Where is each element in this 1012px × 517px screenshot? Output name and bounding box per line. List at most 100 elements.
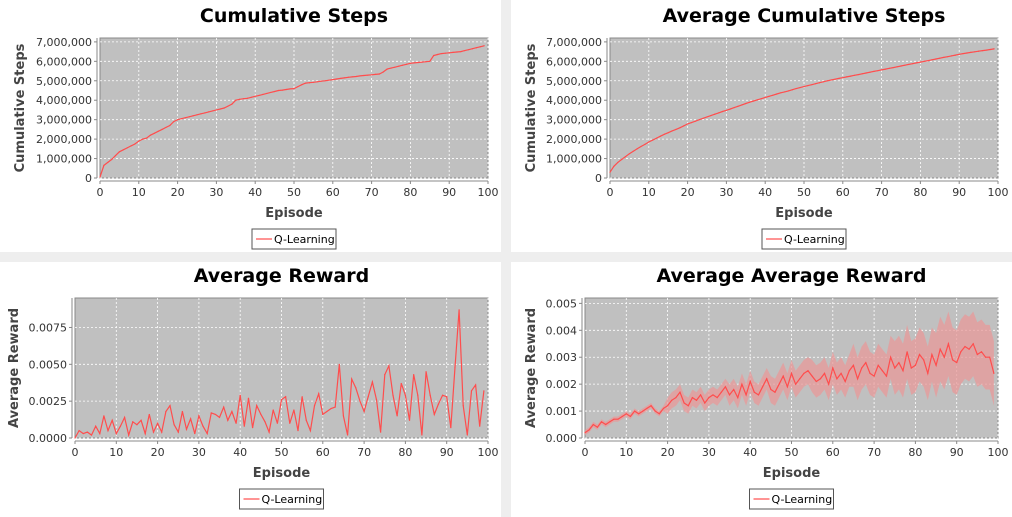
data-point — [772, 94, 774, 96]
data-point — [712, 394, 714, 396]
data-point — [140, 419, 142, 421]
y-tick-label: 1,000,000 — [546, 153, 602, 166]
data-point — [970, 51, 972, 53]
data-point — [918, 353, 921, 356]
data-point — [881, 69, 883, 71]
data-point — [904, 64, 906, 66]
data-point — [609, 171, 611, 173]
data-point — [625, 413, 627, 415]
data-point — [842, 77, 844, 79]
data-point — [272, 409, 274, 411]
data-point — [334, 406, 336, 408]
x-tick-label: 0 — [72, 446, 79, 459]
data-point — [479, 46, 481, 48]
data-point — [398, 65, 400, 67]
data-point — [898, 362, 900, 364]
data-point — [126, 147, 128, 149]
data-point — [318, 393, 320, 395]
data-point — [380, 431, 382, 433]
x-tick-label: 80 — [403, 186, 417, 199]
data-point — [663, 133, 665, 135]
data-point — [939, 57, 941, 59]
data-point — [617, 418, 619, 420]
data-point — [316, 81, 318, 83]
data-point — [184, 117, 186, 119]
x-tick-label: 20 — [151, 446, 165, 459]
data-point — [444, 52, 446, 54]
data-point — [103, 415, 105, 417]
x-tick-label: 100 — [988, 186, 1009, 199]
data-point — [394, 66, 396, 68]
data-point — [169, 404, 171, 407]
data-point — [429, 60, 431, 62]
data-point — [787, 90, 790, 92]
data-point — [654, 410, 656, 412]
x-tick-label: 30 — [192, 446, 206, 459]
data-point — [650, 405, 652, 407]
data-point — [338, 363, 340, 365]
x-tick-label: 70 — [875, 186, 889, 199]
data-point — [981, 50, 984, 52]
data-point — [675, 128, 677, 130]
data-point — [347, 76, 349, 78]
data-point — [584, 432, 586, 434]
x-tick-label: 50 — [287, 186, 301, 199]
y-tick-label: 4,000,000 — [36, 94, 92, 107]
x-tick-label: 40 — [248, 186, 262, 199]
data-point — [148, 413, 150, 416]
data-point — [885, 375, 888, 377]
data-point — [776, 93, 778, 95]
data-point — [691, 397, 693, 399]
legend-label: Q-Learning — [262, 493, 323, 506]
data-point — [367, 74, 369, 76]
data-point — [173, 424, 175, 426]
data-point — [136, 424, 138, 426]
data-point — [823, 372, 826, 374]
y-tick-label: 6,000,000 — [546, 55, 602, 68]
data-point — [280, 399, 283, 401]
y-tick-label: 0 — [595, 172, 602, 185]
data-point — [683, 125, 685, 127]
data-point — [958, 53, 960, 55]
data-point — [351, 76, 353, 78]
x-axis-label: Episode — [775, 206, 833, 221]
data-point — [326, 410, 328, 413]
data-point — [82, 432, 84, 435]
data-point — [638, 413, 640, 415]
data-point — [177, 431, 179, 433]
data-point — [761, 386, 764, 388]
data-point — [386, 68, 388, 70]
data-point — [293, 87, 295, 90]
data-point — [819, 378, 822, 380]
x-tick-label: 30 — [702, 446, 716, 459]
y-tick-label: 5,000,000 — [36, 75, 92, 88]
data-point — [161, 431, 163, 433]
data-point — [382, 71, 384, 73]
x-tick-label: 20 — [171, 186, 185, 199]
data-point — [390, 67, 392, 69]
data-point — [690, 121, 693, 124]
x-tick-label: 60 — [826, 446, 840, 459]
chart-svg: Cumulative Steps 0 10 20 30 40 50 60 70 80 90 100 0 1… — [13, 5, 499, 250]
x-tick-label: 90 — [442, 186, 456, 199]
data-point — [807, 370, 809, 372]
x-tick-label: 50 — [797, 186, 811, 199]
data-point — [617, 161, 619, 164]
data-point — [264, 421, 266, 423]
x-tick-label: 80 — [908, 446, 922, 459]
data-point — [939, 348, 941, 350]
x-tick-label: 80 — [398, 446, 412, 459]
data-point — [923, 60, 925, 62]
data-point — [695, 399, 698, 401]
data-point — [629, 415, 632, 418]
data-point — [849, 75, 852, 77]
data-point — [683, 402, 685, 404]
data-point — [297, 430, 299, 432]
data-point — [667, 132, 669, 134]
y-tick-label: 0.002 — [546, 378, 578, 391]
data-point — [890, 356, 892, 358]
data-point — [421, 61, 423, 63]
chart-title: Average Cumulative Steps — [663, 5, 946, 27]
data-point — [312, 81, 314, 83]
data-point — [214, 413, 217, 416]
